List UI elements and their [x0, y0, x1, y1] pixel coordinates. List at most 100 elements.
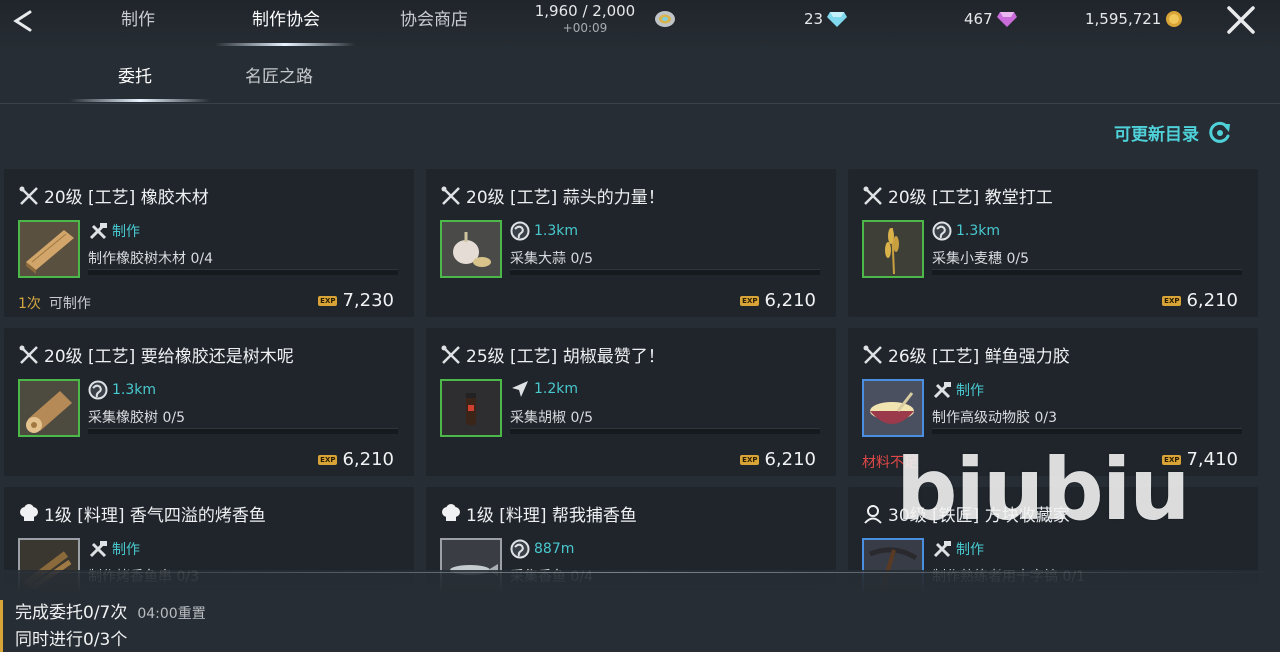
task-description: 采集小麦穗 0/5 — [932, 251, 1029, 267]
item-thumbnail[interactable] — [862, 220, 924, 278]
progress-bar — [510, 428, 820, 434]
task-type: 887m — [510, 539, 574, 559]
back-arrow-icon[interactable] — [8, 6, 38, 36]
card-title-text: 30级 [铁匠] 方块收藏家 — [888, 506, 1070, 526]
card-title: 1级 [料理] 香气四溢的烤香鱼 — [18, 501, 266, 526]
chef-hat-icon — [20, 503, 38, 521]
reset-time: 04:00重置 — [137, 606, 206, 622]
purple-gem-value: 467 — [964, 10, 993, 28]
progress-bar — [932, 269, 1242, 275]
exp-icon: EXP — [318, 295, 338, 306]
progress-bar — [510, 269, 820, 275]
energy-display: 1,960 / 2,000 +00:09 — [520, 0, 650, 35]
progress-bar — [88, 269, 398, 275]
divider — [0, 103, 1280, 104]
task-type: 1.3km — [932, 221, 1000, 241]
task-type-label: 制作 — [956, 542, 984, 558]
crossed-tools-icon — [441, 345, 460, 364]
tab-commissions[interactable]: 委托 — [118, 62, 152, 87]
card-title: 1级 [料理] 帮我捕香鱼 — [440, 501, 637, 526]
tab-guild-shop[interactable]: 协会商店 — [388, 6, 480, 34]
task-type: 1.2km — [510, 380, 578, 398]
task-description: 制作高级动物胶 0/3 — [932, 410, 1057, 426]
card-title: 20级 [工艺] 橡胶木材 — [18, 183, 209, 208]
card-title-text: 26级 [工艺] 鲜鱼强力胶 — [888, 347, 1070, 367]
purple-gem-counter: 467 — [964, 8, 1017, 30]
globe-icon — [932, 221, 952, 241]
task-type-label: 1.3km — [112, 382, 157, 398]
task-type: 1.3km — [510, 221, 578, 241]
exp-value: 6,210 — [764, 449, 816, 470]
exp-value: 7,410 — [1186, 449, 1238, 470]
exp-icon: EXP — [740, 454, 760, 465]
item-thumbnail[interactable] — [862, 379, 924, 437]
task-type: 制作 — [932, 380, 984, 400]
active-tab-indicator — [215, 43, 355, 46]
card-title: 20级 [工艺] 蒜头的力量！ — [440, 183, 665, 208]
item-thumbnail[interactable] — [440, 379, 502, 437]
crossed-tools-icon — [19, 186, 38, 205]
task-type: 制作 — [88, 539, 140, 559]
exp-value: 6,210 — [342, 449, 394, 470]
concurrent-count: 同时进行0/3个 — [15, 630, 128, 650]
task-type-label: 1.3km — [534, 223, 579, 239]
card-title: 20级 [工艺] 要给橡胶还是树木呢 — [18, 342, 294, 367]
exp-reward: EXP 7,230 — [318, 290, 394, 311]
tab-crafting[interactable]: 制作 — [108, 6, 168, 34]
task-type: 制作 — [932, 539, 984, 559]
hammer-wrench-icon — [89, 541, 107, 558]
card-title-text: 20级 [工艺] 教堂打工 — [888, 188, 1053, 208]
exp-icon: EXP — [1162, 454, 1182, 465]
task-description: 采集胡椒 0/5 — [510, 410, 593, 426]
exp-value: 7,230 — [342, 290, 394, 311]
task-description: 采集大蒜 0/5 — [510, 251, 593, 267]
task-type: 制作 — [88, 221, 140, 241]
commission-card[interactable]: 20级 [工艺] 橡胶木材 制作 制作橡胶树木材 0/4 1次 可制作 EXP 7,230 — [4, 169, 414, 317]
exp-icon: EXP — [740, 295, 760, 306]
crossed-tools-icon — [863, 186, 882, 205]
card-title-text: 25级 [工艺] 胡椒最赞了！ — [466, 347, 665, 367]
tab-crafting-guild[interactable]: 制作协会 — [240, 6, 332, 34]
exp-icon: EXP — [1162, 295, 1182, 306]
hammer-wrench-icon — [933, 382, 951, 399]
card-title: 20级 [工艺] 教堂打工 — [862, 183, 1053, 208]
hammer-wrench-icon — [89, 223, 107, 240]
exp-icon: EXP — [318, 454, 338, 465]
progress-bar — [88, 428, 398, 434]
task-type-label: 制作 — [956, 383, 984, 399]
card-title-text: 1级 [料理] 香气四溢的烤香鱼 — [44, 506, 266, 526]
globe-icon — [510, 221, 530, 241]
item-thumbnail[interactable] — [18, 379, 80, 437]
commission-card[interactable]: 20级 [工艺] 要给橡胶还是树木呢 1.3km 采集橡胶树 0/5 EXP 6,210 — [4, 328, 414, 476]
blue-gem-counter: 23 — [804, 8, 848, 30]
card-title-text: 1级 [料理] 帮我捕香鱼 — [466, 506, 637, 526]
refresh-list-button[interactable]: 可更新目录 — [1114, 120, 1233, 145]
gold-coin-icon — [1166, 11, 1183, 27]
commission-card[interactable]: 26级 [工艺] 鲜鱼强力胶 制作 制作高级动物胶 0/3 材料不足 EXP 7,410 — [848, 328, 1258, 476]
globe-icon — [510, 539, 530, 559]
craft-count: 1次 — [18, 296, 41, 312]
gold-value: 1,595,721 — [1085, 10, 1162, 28]
task-type-label: 1.2km — [534, 381, 579, 397]
item-thumbnail[interactable] — [18, 220, 80, 278]
commission-card[interactable]: 20级 [工艺] 蒜头的力量！ 1.3km 采集大蒜 0/5 EXP 6,210 — [426, 169, 836, 317]
commission-card[interactable]: 20级 [工艺] 教堂打工 1.3km 采集小麦穗 0/5 EXP 6,210 — [848, 169, 1258, 317]
gold-counter: 1,595,721 — [1085, 8, 1183, 30]
exp-reward: EXP 6,210 — [1162, 290, 1238, 311]
exp-reward: EXP 6,210 — [318, 449, 394, 470]
exp-value: 6,210 — [1186, 290, 1238, 311]
sub-tab-bar: 委托 名匠之路 — [0, 48, 1280, 104]
task-type-label: 887m — [534, 541, 575, 557]
crossed-tools-icon — [441, 186, 460, 205]
blue-gem-value: 23 — [804, 10, 824, 28]
navigation-arrow-icon — [512, 381, 528, 397]
tab-master-path[interactable]: 名匠之路 — [245, 62, 313, 87]
blue-diamond-icon — [827, 12, 848, 27]
commission-card[interactable]: 25级 [工艺] 胡椒最赞了！ 1.2km 采集胡椒 0/5 EXP 6,210 — [426, 328, 836, 476]
exp-reward: EXP 6,210 — [740, 290, 816, 311]
card-title-text: 20级 [工艺] 蒜头的力量！ — [466, 188, 665, 208]
active-subtab-indicator — [70, 99, 210, 102]
item-thumbnail[interactable] — [440, 220, 502, 278]
crossed-tools-icon — [19, 345, 38, 364]
close-icon[interactable] — [1224, 5, 1258, 35]
